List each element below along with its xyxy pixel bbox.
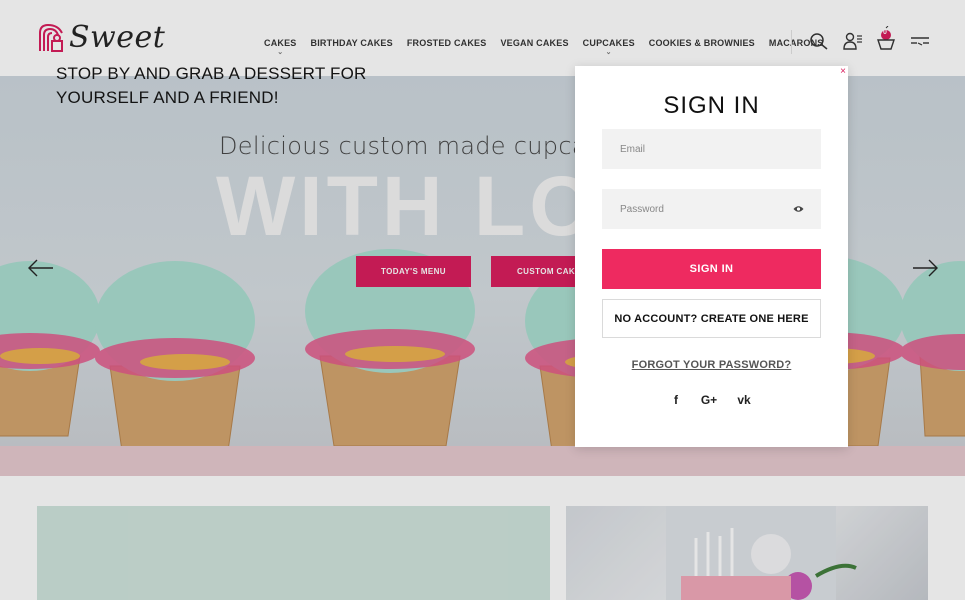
vk-icon[interactable]: vk [735,393,753,407]
arrow-right-icon[interactable] [911,258,939,278]
user-list-icon[interactable] [842,30,864,52]
nav-item-cakes[interactable]: CAKES ⌄ [264,38,297,56]
create-account-button[interactable]: NO ACCOUNT? CREATE ONE HERE [602,299,821,338]
nav-item-vegan-cakes[interactable]: VEGAN CAKES [500,38,568,48]
nav-item-label: CAKES [264,38,297,48]
birthday-cake-photo [566,506,928,600]
nav-item-frosted-cakes[interactable]: FROSTED CAKES [407,38,487,48]
nav-item-label: COOKIES & BROWNIES [648,38,755,48]
logo[interactable]: Sweet [36,20,165,55]
todays-menu-button[interactable]: TODAY'S MENU [356,256,471,287]
cupcake-logo-icon [39,23,63,52]
email-field[interactable] [602,129,821,169]
nav-item-birthday-cakes[interactable]: BIRTHDAY CAKES [311,38,393,48]
menu-icon[interactable] [909,30,931,52]
main-nav: CAKES ⌄ BIRTHDAY CAKES FROSTED CAKES VEG… [264,38,824,56]
google-plus-icon[interactable]: G+ [697,393,721,407]
nav-item-label: FROSTED CAKES [406,38,487,48]
promo-panel [37,506,550,600]
arrow-left-icon[interactable] [27,258,55,278]
signin-modal: × SIGN IN SIGN IN NO ACCOUNT? CREATE ONE… [575,66,848,447]
cart-button[interactable]: 0 [875,25,897,52]
logo-text: Sweet [69,20,166,55]
nav-item-label: CUPCAKES [582,38,635,48]
nav-divider [791,30,792,54]
nav-item-label: BIRTHDAY CAKES [310,38,393,48]
chevron-down-icon: ⌄ [605,49,612,56]
facebook-icon[interactable]: f [671,393,681,407]
promo-title-line1: STOP BY AND GRAB A DESSERT FOR [56,64,367,83]
forgot-password-link[interactable]: FORGOT YOUR PASSWORD? [575,359,848,371]
close-icon[interactable]: × [840,66,846,77]
signin-title: SIGN IN [663,92,760,119]
nav-item-cupcakes[interactable]: CUPCAKES ⌄ [582,38,635,56]
hero-subtitle: Delicious custom made cupcakes, [219,132,636,160]
signin-submit-button[interactable]: SIGN IN [602,249,821,289]
eye-icon[interactable] [793,205,804,213]
promo-title-line2: YOURSELF AND A FRIEND! [56,88,279,107]
hero-headline: WITH LO [216,159,599,253]
nav-item-cookies-brownies[interactable]: COOKIES & BROWNIES [649,38,755,48]
cake-image [666,506,857,600]
chevron-down-icon: ⌄ [277,49,284,56]
search-icon[interactable] [808,30,830,52]
password-field[interactable] [602,189,821,229]
cart-count-badge: 0 [883,29,887,36]
nav-item-label: VEGAN CAKES [500,38,569,48]
